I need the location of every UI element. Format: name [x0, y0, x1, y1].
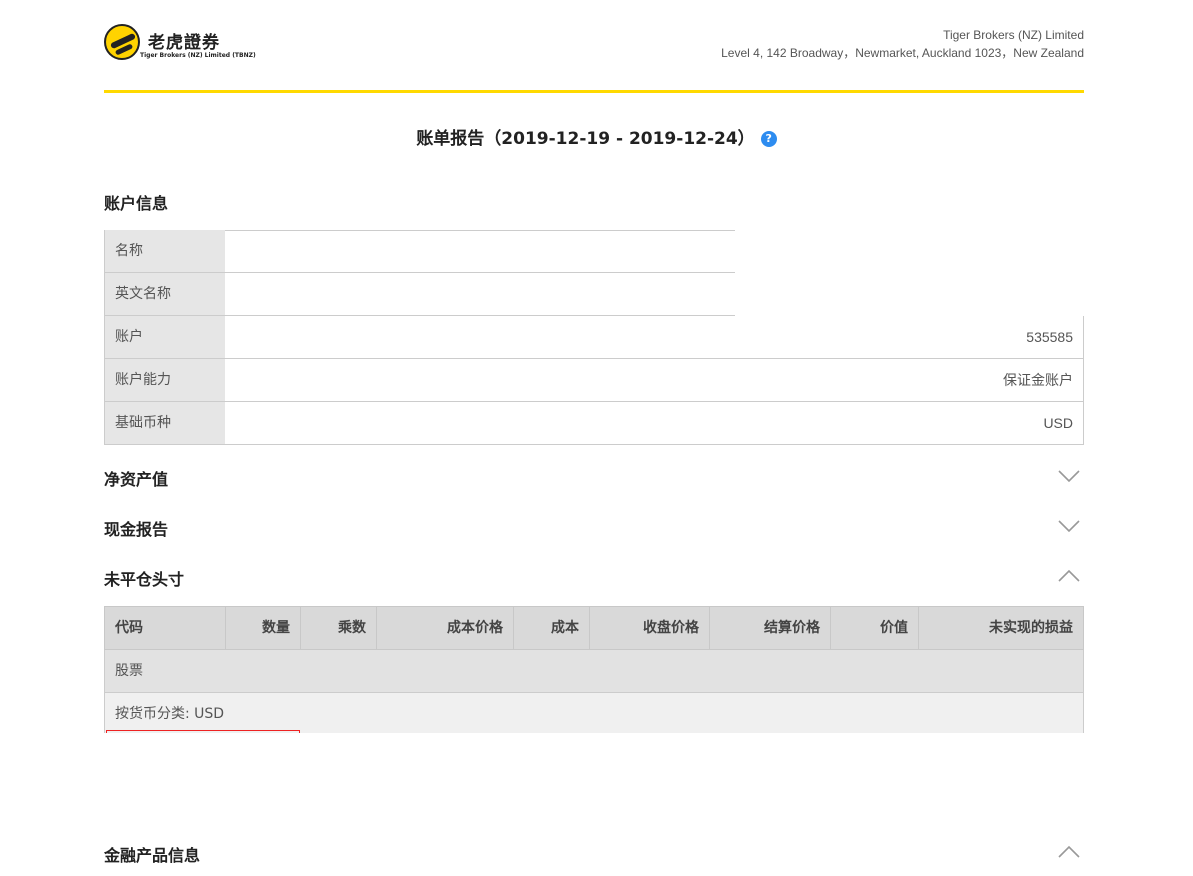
chevron-up-icon[interactable] [1058, 569, 1080, 583]
info-label: 账户 [104, 316, 225, 359]
info-value [225, 273, 735, 316]
section-net-asset[interactable]: 净资产值 [104, 466, 168, 490]
column-header: 乘数 [301, 607, 377, 649]
info-value: USD [225, 402, 1084, 445]
subgroup-row: 按货币分类: USD [104, 693, 1084, 733]
tiger-logo-icon [104, 24, 140, 60]
column-header: 成本 [514, 607, 590, 649]
section-financial-info[interactable]: 金融产品信息 [104, 842, 200, 866]
column-header: 未实现的损益 [989, 620, 1073, 636]
company-address: Level 4, 142 Broadway，Newmarket, Aucklan… [721, 46, 1084, 60]
info-value [225, 230, 735, 273]
section-cash-report[interactable]: 现金报告 [104, 516, 168, 540]
column-header: 价值 [831, 607, 919, 649]
tiger-logo: 老虎證券 Tiger Brokers (NZ) Limited (TBNZ) [104, 22, 256, 64]
info-row-english-name: 英文名称 [104, 273, 1084, 316]
chevron-down-icon[interactable] [1058, 519, 1080, 533]
info-value: 535585 [225, 316, 1084, 359]
chevron-up-icon[interactable] [1058, 845, 1080, 859]
info-row-account: 账户 535585 [104, 316, 1084, 359]
info-row-account-capability: 账户能力 保证金账户 [104, 359, 1084, 402]
logo-text: 老虎證券 [148, 33, 220, 53]
column-header: 成本价格 [377, 607, 514, 649]
chevron-down-icon[interactable] [1058, 469, 1080, 483]
info-label: 名称 [104, 230, 225, 273]
header-divider [104, 90, 1084, 93]
info-row-name: 名称 [104, 230, 1084, 273]
section-account-info: 账户信息 [104, 194, 169, 213]
group-row: 股票 [104, 650, 1084, 693]
section-open-positions[interactable]: 未平仓头寸 [104, 566, 184, 590]
company-name: Tiger Brokers (NZ) Limited [943, 28, 1084, 42]
info-label: 基础币种 [104, 402, 225, 445]
column-header: 收盘价格 [590, 607, 710, 649]
info-label: 账户能力 [104, 359, 225, 402]
help-icon[interactable]: ? [760, 131, 777, 147]
highlight-mark [106, 730, 300, 733]
info-row-base-currency: 基础币种 USD [104, 402, 1084, 445]
report-title-text: 账单报告（2019-12-19 - 2019-12-24） [416, 129, 755, 149]
table-header: 代码 数量 乘数 成本价格 成本 收盘价格 结算价格 价值 未实现的损益 [104, 606, 1084, 650]
company-info: Tiger Brokers (NZ) Limited Level 4, 142 … [721, 26, 1084, 62]
report-title: 账单报告（2019-12-19 - 2019-12-24）? [0, 124, 1193, 149]
column-header: 代码 [105, 607, 226, 649]
info-value: 保证金账户 [225, 359, 1084, 402]
report-header: 老虎證券 Tiger Brokers (NZ) Limited (TBNZ) T… [104, 20, 1084, 90]
column-header: 结算价格 [710, 607, 831, 649]
logo-subtext: Tiger Brokers (NZ) Limited (TBNZ) [140, 52, 256, 59]
info-label: 英文名称 [104, 273, 225, 316]
column-header: 数量 [226, 607, 301, 649]
